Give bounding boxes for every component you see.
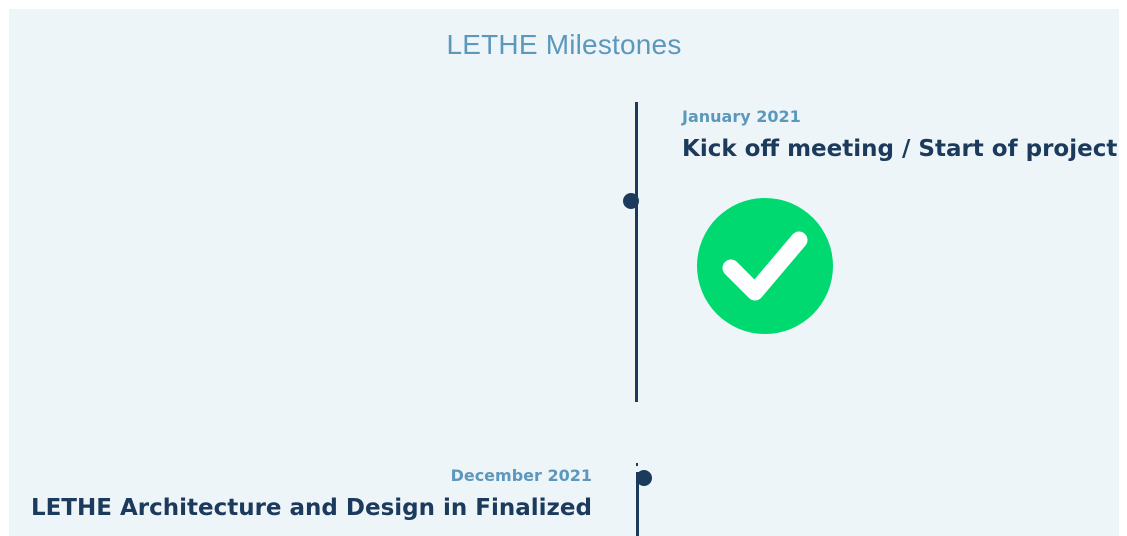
- timeline-dot: [636, 470, 652, 486]
- milestone-title: LETHE Architecture and Design in Finaliz…: [30, 495, 592, 521]
- milestone-title: Kick off meeting / Start of project: [682, 136, 1118, 162]
- milestone-date: December 2021: [450, 466, 592, 485]
- page-title: LETHE Milestones: [446, 29, 682, 60]
- timeline-line: [635, 102, 638, 402]
- milestones-panel: LETHE Milestones January 2021 Kick off m…: [9, 9, 1119, 536]
- timeline-line-segment: [636, 463, 638, 466]
- timeline-dot: [623, 193, 639, 209]
- check-circle-icon: [697, 198, 833, 334]
- milestone-date: January 2021: [682, 107, 801, 126]
